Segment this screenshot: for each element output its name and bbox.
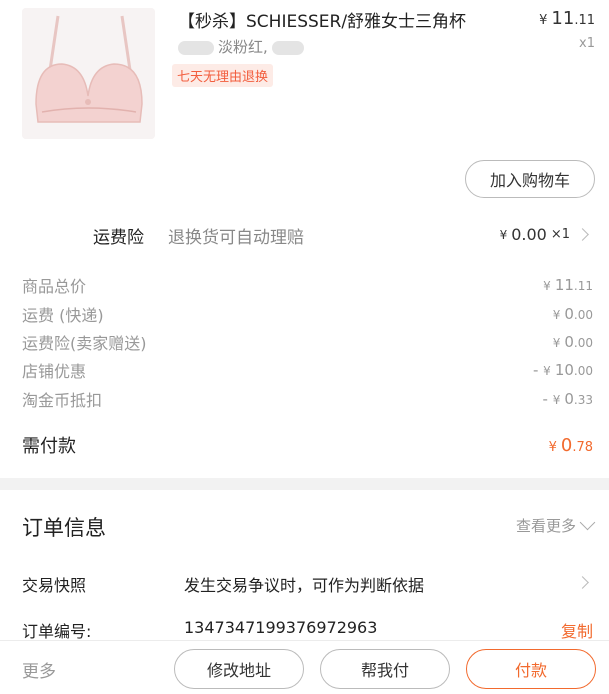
add-to-cart-button[interactable]: 加入购物车 [465, 160, 595, 198]
currency-symbol: ¥ [499, 227, 508, 242]
product-price: ¥11.11 [539, 8, 595, 29]
pay-button[interactable]: 付款 [466, 649, 596, 689]
fee-value: ¥0.00 [552, 333, 593, 351]
fee-row-shipping: 运费 (快递) ¥0.00 [22, 303, 593, 325]
order-info-card: 订单信息 查看更多 交易快照 发生交易争议时，可作为判断依据 订单编号: 134… [0, 490, 609, 640]
copy-button[interactable]: 复制 [561, 618, 593, 640]
amount-due-value: ¥0.78 [548, 434, 593, 456]
order-info-title: 订单信息 [22, 516, 106, 540]
fee-label: 运费 (快递) [22, 306, 104, 325]
insurance-qty: ×1 [550, 227, 570, 242]
product-image[interactable] [22, 8, 155, 139]
amount-due-label: 需付款 [22, 436, 76, 457]
order-number-value: 1347347199376972963 [184, 618, 378, 637]
fee-value: ¥0.00 [552, 305, 593, 323]
product-sku: 淡粉红, [178, 36, 304, 57]
fee-row-insurance: 运费险(卖家赠送) ¥0.00 [22, 331, 593, 353]
view-more-button[interactable]: 查看更多 [515, 514, 596, 536]
chevron-right-icon [576, 228, 589, 241]
fee-label: 店铺优惠 [22, 362, 87, 381]
sku-text: 淡粉红, [218, 38, 268, 56]
shipping-insurance-label: 运费险 [93, 228, 144, 248]
sku-redacted-icon [271, 40, 304, 55]
order-number-label: 订单编号: [22, 622, 92, 640]
amount-due-row: 需付款 ¥0.78 [22, 432, 593, 458]
more-button[interactable]: 更多 [22, 657, 56, 682]
product-quantity: x1 [579, 36, 595, 51]
chevron-right-icon[interactable] [576, 576, 589, 589]
fee-value: - ¥10.00 [532, 361, 593, 379]
fee-label: 运费险(卖家赠送) [22, 334, 147, 353]
price-integer: 11 [551, 8, 575, 29]
view-more-label: 查看更多 [515, 517, 576, 535]
product-title[interactable]: 【秒杀】SCHIESSER/舒雅女士三角杯 [178, 7, 466, 32]
fee-row-store-discount: 店铺优惠 - ¥10.00 [22, 359, 593, 381]
fee-row-subtotal: 商品总价 ¥11.11 [22, 274, 593, 296]
fee-row-coins: 淘金币抵扣 - ¥0.33 [22, 388, 593, 410]
pay-for-me-button[interactable]: 帮我付 [320, 649, 450, 689]
fee-label: 商品总价 [22, 277, 87, 296]
shipping-insurance-row[interactable]: ¥ 0.00 ×1 [499, 225, 589, 244]
snapshot-label: 交易快照 [22, 576, 87, 595]
fee-label: 淘金币抵扣 [22, 391, 103, 410]
chevron-down-icon [579, 514, 596, 531]
snapshot-value[interactable]: 发生交易争议时，可作为判断依据 [184, 572, 424, 596]
insurance-price: 0.00 [511, 225, 547, 244]
bra-product-icon [22, 8, 155, 139]
order-summary-card: 【秒杀】SCHIESSER/舒雅女士三角杯 ¥11.11 x1 淡粉红, 七天无… [0, 0, 609, 478]
fee-value: ¥11.11 [543, 276, 593, 294]
sku-redacted-icon [178, 40, 214, 55]
price-decimal: .11 [574, 13, 595, 28]
fee-value: - ¥0.33 [542, 390, 593, 408]
currency-symbol: ¥ [539, 13, 548, 28]
bottom-action-bar: 更多 修改地址 帮我付 付款 [0, 640, 609, 694]
modify-address-button[interactable]: 修改地址 [174, 649, 304, 689]
shipping-insurance-desc: 退换货可自动理赔 [168, 228, 304, 248]
return-policy-badge: 七天无理由退换 [172, 64, 274, 87]
